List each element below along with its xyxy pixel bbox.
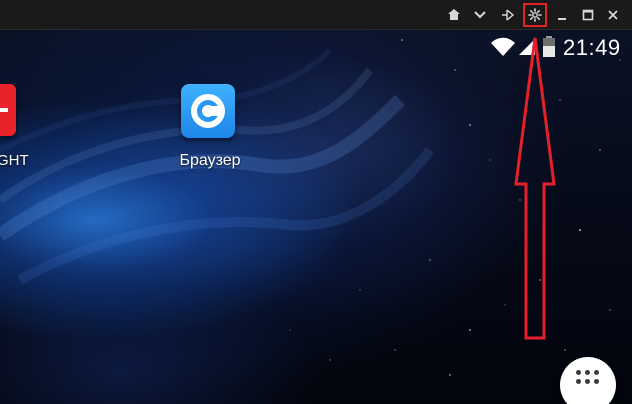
- home-icon: [448, 9, 460, 20]
- red-app-icon[interactable]: [0, 84, 16, 136]
- minimize-button[interactable]: [552, 5, 572, 25]
- chevron-down-icon: [474, 11, 486, 19]
- pin-icon: [502, 9, 515, 21]
- browser-icon: [191, 94, 225, 128]
- minimize-icon: [558, 18, 566, 20]
- gear-icon: [528, 8, 542, 22]
- app-label-browser: Браузер: [179, 152, 241, 169]
- pin-button[interactable]: [498, 5, 518, 25]
- clock: 21:49: [563, 35, 621, 60]
- emulator-screen: 21:49 GHT Браузер: [0, 0, 632, 404]
- maximize-button[interactable]: [578, 5, 598, 25]
- home-button[interactable]: [444, 5, 464, 25]
- app-label-partial: GHT: [0, 152, 29, 169]
- app-drawer-button[interactable]: [560, 357, 616, 404]
- emulator-titlebar: [0, 0, 632, 30]
- collapse-button[interactable]: [470, 5, 490, 25]
- close-icon: [608, 10, 618, 20]
- maximize-icon: [582, 9, 594, 21]
- browser-app-icon[interactable]: [181, 84, 235, 138]
- close-button[interactable]: [603, 5, 623, 25]
- settings-button[interactable]: [523, 3, 547, 27]
- annotation-arrow: [514, 37, 556, 340]
- app-drawer-icon: [576, 370, 600, 394]
